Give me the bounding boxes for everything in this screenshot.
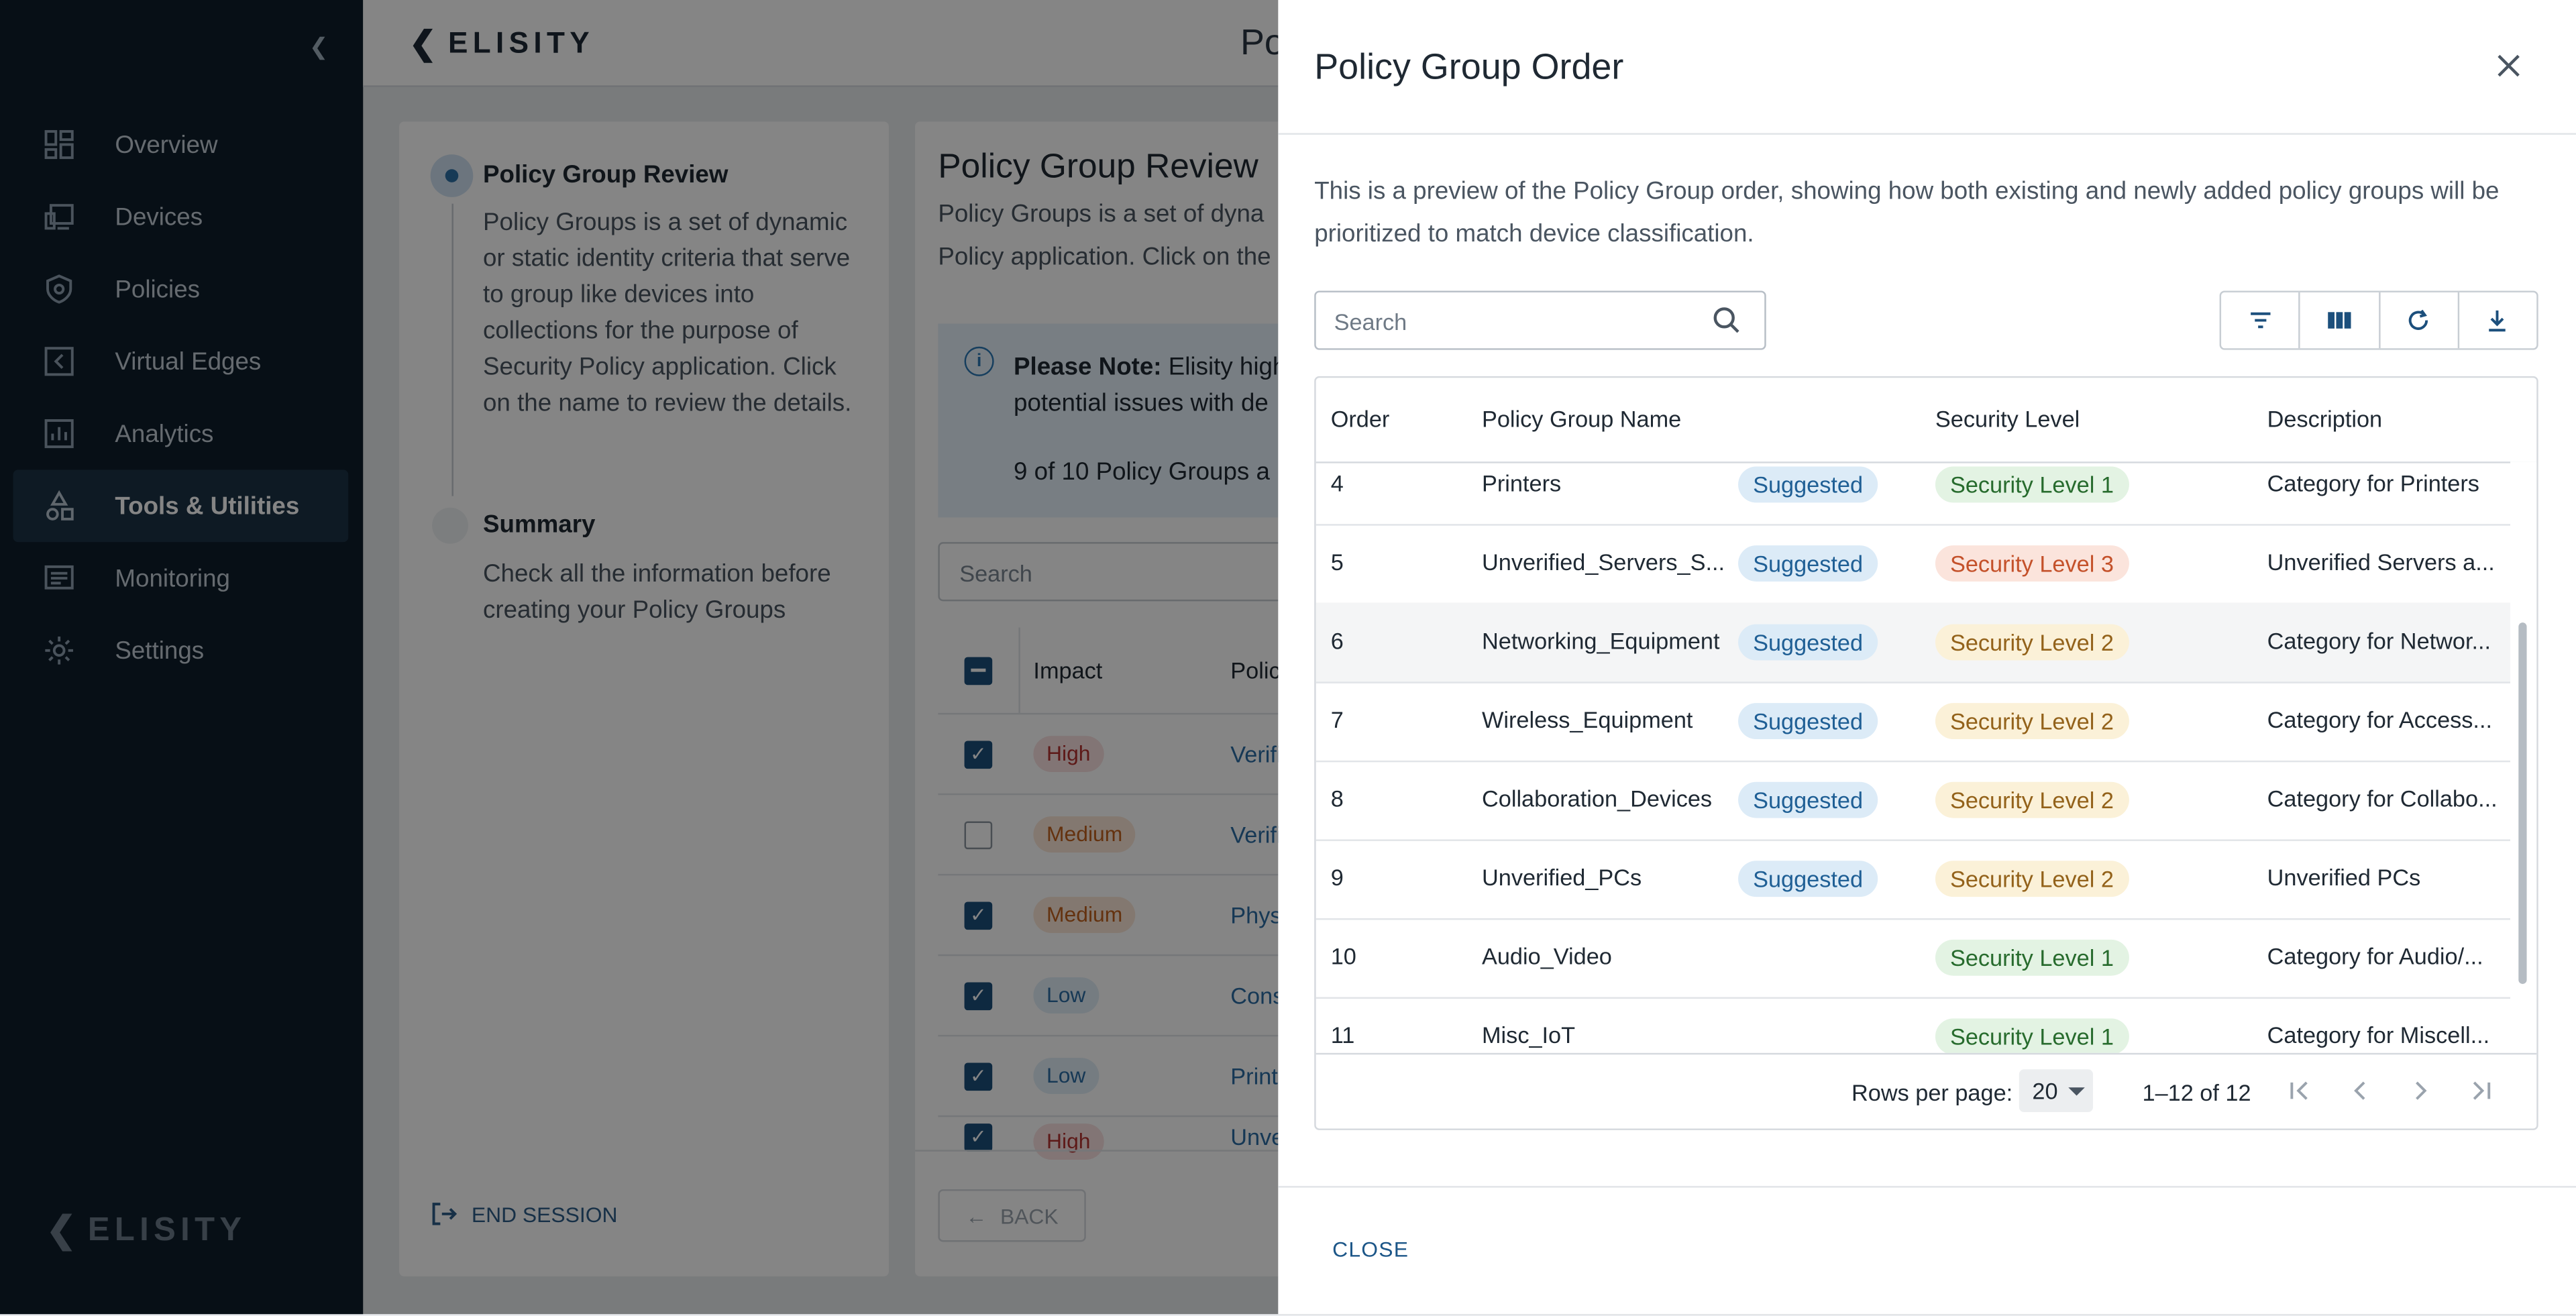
table-row[interactable]: 5 Unverified_Servers_S... Suggested Secu…: [1316, 524, 2511, 605]
column-header-order[interactable]: Order: [1331, 406, 1390, 432]
drawer-search: [1314, 290, 1766, 352]
rows-per-page-select[interactable]: 20: [2019, 1069, 2094, 1112]
security-level-badge: Security Level 2: [1935, 703, 2129, 740]
search-input[interactable]: [1316, 292, 1715, 352]
name-cell: Printers: [1481, 470, 1562, 496]
table-row[interactable]: 9 Unverified_PCs Suggested Security Leve…: [1316, 839, 2511, 920]
table-row[interactable]: 11 Misc_IoT Security Level 1 Category fo…: [1316, 997, 2510, 1053]
download-icon: [2489, 310, 2506, 332]
previous-page-icon[interactable]: [2346, 1076, 2375, 1105]
order-cell: 8: [1330, 785, 1344, 812]
refresh-icon: [2409, 309, 2428, 330]
caret-down-icon: [2068, 1087, 2084, 1095]
column-header-name[interactable]: Policy Group Name: [1482, 406, 1681, 432]
description-cell: Category for Access...: [2267, 706, 2493, 733]
divider: [1278, 133, 2576, 135]
drawer-footer: CLOSE: [1278, 1186, 2576, 1315]
security-level-badge: Security Level 3: [1935, 545, 2129, 582]
column-header-description[interactable]: Description: [2267, 406, 2383, 432]
security-level-badge: Security Level 1: [1935, 939, 2129, 976]
description-cell: Category for Miscell...: [2267, 1022, 2490, 1048]
description-cell: Unverified Servers a...: [2267, 548, 2495, 575]
column-header-security-level[interactable]: Security Level: [1935, 406, 2080, 432]
next-page-icon[interactable]: [2405, 1076, 2434, 1105]
table-row[interactable]: 7 Wireless_Equipment Suggested Security …: [1316, 681, 2511, 763]
last-page-icon[interactable]: [2466, 1076, 2496, 1105]
drawer-title: Policy Group Order: [1314, 46, 1624, 87]
scrollbar-thumb[interactable]: [2518, 622, 2527, 984]
drawer-description: This is a preview of the Policy Group or…: [1314, 177, 2500, 248]
grid-toolbar: [2219, 290, 2538, 350]
name-cell: Collaboration_Devices: [1481, 785, 1713, 812]
rows-per-page-label: Rows per page:: [1851, 1079, 2013, 1106]
name-cell: Unverified_PCs: [1481, 864, 1642, 891]
description-cell: Category for Collabo...: [2267, 785, 2498, 812]
name-cell: Unverified_Servers_S...: [1481, 548, 1725, 575]
security-level-badge: Security Level 1: [1935, 1018, 2129, 1053]
pagination: Rows per page: 20 1–12 of 12: [1316, 1052, 2537, 1129]
order-cell: 7: [1330, 706, 1344, 733]
policy-order-grid: Order Policy Group Name Security Level D…: [1314, 376, 2538, 1130]
order-cell: 11: [1330, 1022, 1355, 1048]
order-cell: 5: [1330, 548, 1344, 575]
name-cell: Wireless_Equipment: [1481, 706, 1693, 733]
suggested-badge: Suggested: [1738, 466, 1878, 503]
search-icon[interactable]: [1712, 306, 1741, 335]
table-row[interactable]: 10 Audio_Video Security Level 1 Category…: [1316, 918, 2511, 999]
suggested-badge: Suggested: [1738, 781, 1878, 818]
security-level-badge: Security Level 2: [1935, 781, 2129, 818]
close-icon[interactable]: [2491, 48, 2527, 84]
refresh-button[interactable]: [2379, 292, 2459, 349]
close-button[interactable]: CLOSE: [1332, 1237, 1409, 1262]
rows-per-page-value: 20: [2032, 1077, 2058, 1104]
columns-button[interactable]: [2300, 292, 2380, 349]
name-cell: Misc_IoT: [1481, 1022, 1576, 1048]
grid-header: Order Policy Group Name Security Level D…: [1316, 378, 2537, 463]
vertical-scrollbar[interactable]: [2510, 461, 2537, 1053]
security-level-badge: Security Level 1: [1935, 466, 2129, 503]
download-button[interactable]: [2459, 292, 2537, 348]
description-cell: Category for Audio/...: [2267, 942, 2483, 969]
table-row[interactable]: 6 Networking_Equipment Suggested Securit…: [1316, 602, 2511, 683]
page-range: 1–12 of 12: [2142, 1079, 2251, 1106]
suggested-badge: Suggested: [1738, 545, 1878, 582]
table-row[interactable]: 4 Printers Suggested Security Level 1 Ca…: [1316, 461, 2511, 526]
security-level-badge: Security Level 2: [1935, 861, 2129, 897]
name-cell: Networking_Equipment: [1481, 627, 1720, 654]
table-row[interactable]: 8 Collaboration_Devices Suggested Securi…: [1316, 761, 2511, 841]
description-cell: Category for Networ...: [2267, 627, 2491, 654]
order-cell: 9: [1330, 864, 1344, 891]
suggested-badge: Suggested: [1738, 703, 1878, 740]
suggested-badge: Suggested: [1738, 624, 1878, 661]
grid-body: 4 Printers Suggested Security Level 1 Ca…: [1316, 461, 2511, 1053]
columns-icon: [2327, 312, 2351, 329]
suggested-badge: Suggested: [1738, 861, 1878, 897]
policy-group-order-drawer: Policy Group Order This is a preview of …: [1278, 0, 2576, 1315]
security-level-badge: Security Level 2: [1935, 624, 2129, 661]
order-cell: 4: [1330, 470, 1344, 496]
first-page-icon[interactable]: [2286, 1076, 2315, 1105]
filter-icon: [2250, 312, 2270, 329]
order-cell: 10: [1330, 942, 1356, 969]
description-cell: Unverified PCs: [2267, 864, 2421, 891]
description-cell: Category for Printers: [2267, 470, 2479, 496]
order-cell: 6: [1330, 627, 1344, 654]
name-cell: Audio_Video: [1481, 942, 1612, 969]
filter-button[interactable]: [2221, 292, 2301, 349]
